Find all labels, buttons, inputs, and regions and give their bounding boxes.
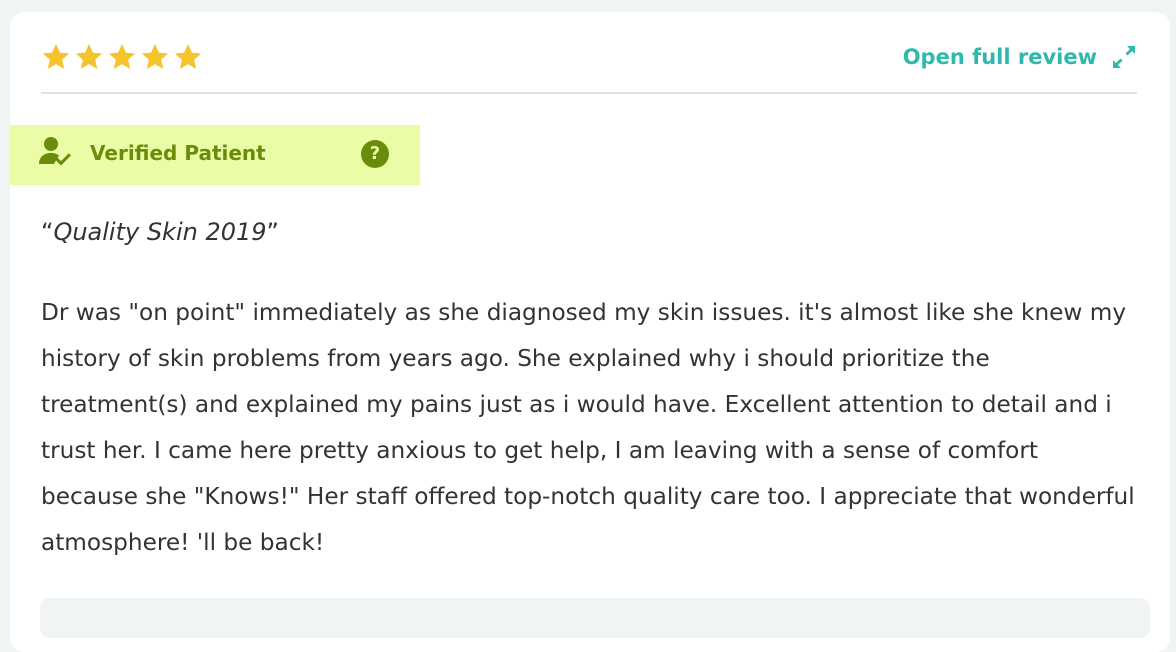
- review-body: Dr was "on point" immediately as she dia…: [41, 299, 1135, 556]
- star-icon: [141, 44, 169, 69]
- verified-patient-label: Verified Patient: [90, 141, 266, 165]
- review-title-text: Quality Skin 2019: [53, 218, 267, 246]
- open-full-review-link[interactable]: Open full review: [903, 44, 1137, 70]
- open-full-review-label[interactable]: Open full review: [903, 45, 1097, 69]
- star-icon: [75, 44, 103, 69]
- star-rating: [41, 42, 203, 72]
- question-icon[interactable]: ?: [361, 140, 389, 168]
- expand-icon[interactable]: [1111, 44, 1137, 70]
- close-quote: ”: [266, 218, 279, 246]
- star-icon: [108, 44, 136, 69]
- verified-patient-badge: Verified Patient ?: [10, 125, 420, 185]
- review-title: “Quality Skin 2019”: [41, 218, 279, 246]
- next-section-edge: [40, 598, 1150, 638]
- user-check-icon: [39, 137, 71, 166]
- star-icon: [42, 44, 70, 69]
- review-card: Open full review Verified Patient ? “Qua…: [10, 12, 1170, 652]
- open-quote: “: [41, 218, 54, 246]
- review-header: Open full review: [41, 42, 1137, 94]
- star-icon: [174, 44, 202, 69]
